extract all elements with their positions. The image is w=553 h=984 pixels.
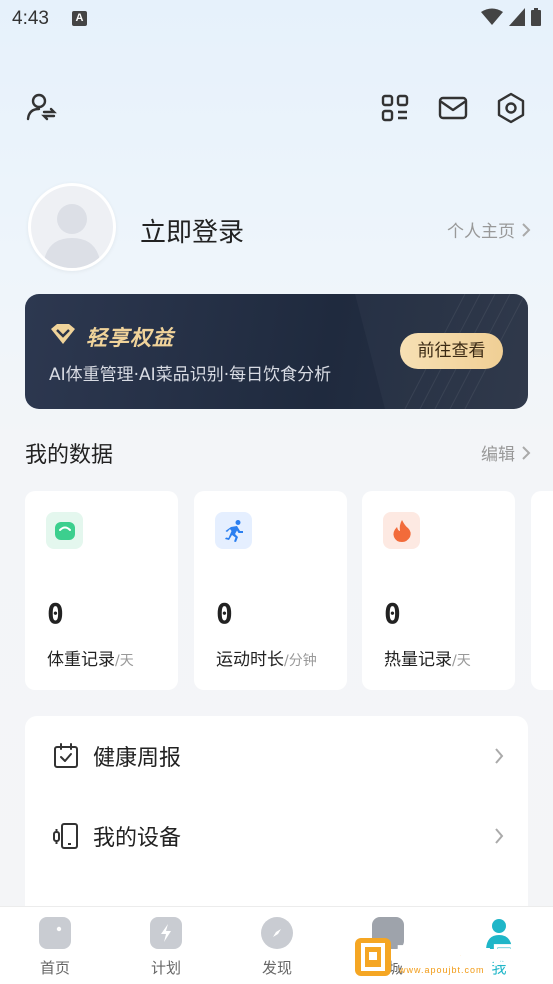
running-icon — [215, 512, 252, 549]
chevron-right-icon — [522, 222, 531, 237]
diamond-icon — [51, 324, 75, 344]
status-time: 4:43 — [12, 8, 49, 29]
weight-record-label: 体重记录/天 — [47, 650, 134, 670]
signal-icon — [509, 8, 525, 26]
calorie-record-value: 0 — [384, 597, 401, 630]
personal-homepage-label: 个人主页 — [447, 222, 515, 242]
edit-label: 编辑 — [481, 445, 515, 465]
avatar[interactable] — [28, 183, 116, 271]
edit-link[interactable]: 编辑 — [481, 440, 531, 465]
health-weekly-report-row[interactable]: 健康周报 — [25, 726, 528, 786]
my-devices-label: 我的设备 — [93, 826, 182, 851]
battery-icon — [531, 8, 541, 26]
exercise-duration-card[interactable]: 0 运动时长/分钟 — [194, 491, 347, 690]
personal-homepage-link[interactable]: 个人主页 — [447, 217, 531, 242]
notification-icon: A — [72, 11, 87, 26]
nav-home-label: 首页 — [39, 959, 70, 977]
nav-plan-label: 计划 — [150, 959, 181, 977]
chevron-right-icon — [522, 445, 531, 460]
weight-record-card[interactable]: 0 体重记录/天 — [25, 491, 178, 690]
my-data-title: 我的数据 — [25, 443, 114, 468]
mail-icon[interactable] — [436, 91, 470, 125]
vip-subtitle: AI体重管理·AI菜品识别·每日饮食分析 — [49, 365, 332, 385]
chevron-right-icon — [495, 748, 504, 764]
weight-record-value: 0 — [47, 597, 64, 630]
device-icon — [52, 822, 80, 850]
nav-plan[interactable]: 计划 — [126, 917, 206, 978]
next-data-card-peek[interactable] — [531, 491, 553, 690]
nav-discover-label: 发现 — [261, 959, 292, 977]
watermark-url: www.apoujbt.com — [399, 965, 485, 975]
login-button[interactable]: 立即登录 — [140, 212, 244, 249]
home-icon — [39, 917, 71, 949]
flame-icon — [383, 512, 420, 549]
status-indicators — [481, 8, 541, 26]
watermark-logo-icon — [355, 938, 391, 976]
scale-icon — [46, 512, 83, 549]
health-weekly-report-label: 健康周报 — [93, 746, 182, 771]
compass-icon — [261, 917, 293, 949]
watermark: 欧全软件园 www.apoujbt.com — [355, 935, 545, 979]
plan-icon — [150, 917, 182, 949]
wifi-icon — [481, 8, 503, 25]
menu-list: 健康周报 我的设备 — [25, 716, 528, 916]
nav-home[interactable]: 首页 — [15, 917, 95, 978]
exercise-duration-value: 0 — [216, 597, 233, 630]
weight-record-unit: /天 — [115, 653, 134, 669]
my-devices-row[interactable]: 我的设备 — [25, 806, 528, 866]
calendar-check-icon — [52, 742, 80, 770]
chevron-right-icon — [495, 828, 504, 844]
settings-hexagon-icon[interactable] — [494, 91, 528, 125]
scan-grid-icon[interactable] — [378, 91, 412, 125]
exercise-duration-unit: /分钟 — [284, 653, 317, 669]
vip-title: 轻享权益 — [86, 326, 174, 350]
nav-discover[interactable]: 发现 — [237, 917, 317, 978]
vip-view-button[interactable]: 前往查看 — [400, 333, 503, 369]
calorie-record-label: 热量记录/天 — [384, 650, 471, 670]
switch-account-icon[interactable] — [24, 90, 58, 124]
exercise-duration-label: 运动时长/分钟 — [216, 650, 317, 670]
calorie-record-card[interactable]: 0 热量记录/天 — [362, 491, 515, 690]
calorie-record-unit: /天 — [452, 653, 471, 669]
